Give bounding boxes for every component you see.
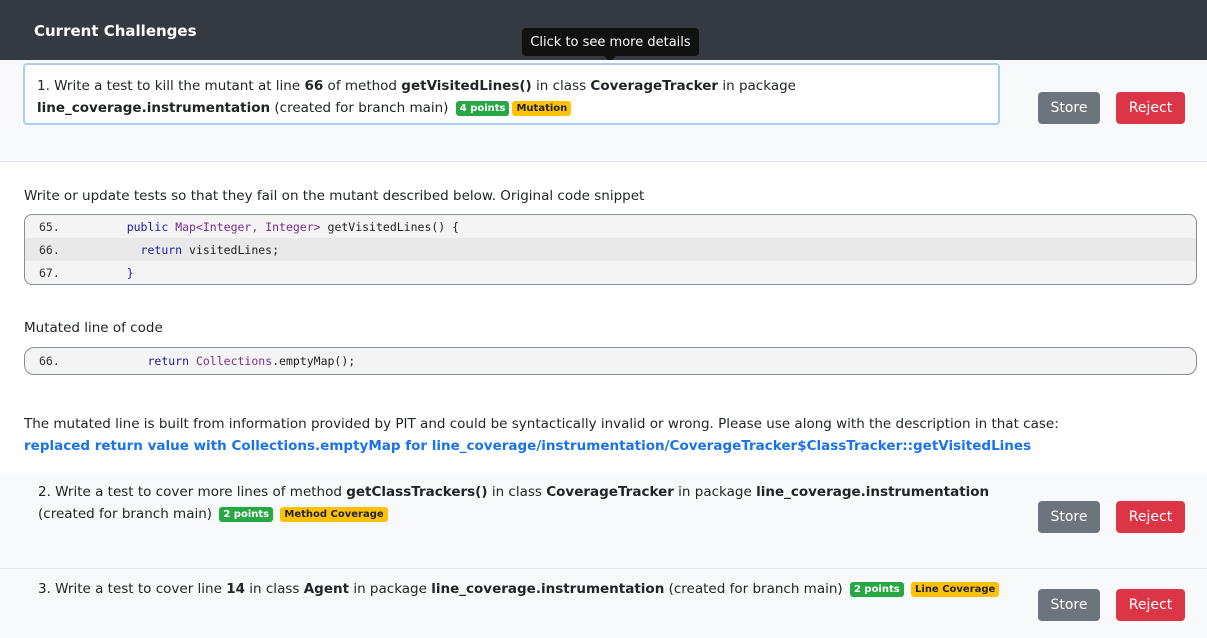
- store-button-1[interactable]: Store: [1038, 92, 1100, 124]
- points-badge: 2 points: [849, 582, 904, 597]
- original-code-snippet: 65. public Map<Integer, Integer> getVisi…: [24, 214, 1197, 285]
- code-line-highlighted: 66. return visitedLines;: [25, 238, 1196, 261]
- store-button-3[interactable]: Store: [1038, 589, 1100, 621]
- details-tooltip: Click to see more details: [522, 28, 699, 56]
- challenge-1-text-line-2: line_coverage.instrumentation (created f…: [37, 97, 986, 119]
- challenge-1-text-line-1: 1. Write a test to kill the mutant at li…: [37, 78, 796, 94]
- mutation-description-link[interactable]: replaced return value with Collections.e…: [24, 435, 1194, 457]
- code-line: 67. }: [39, 265, 134, 280]
- mutated-code-snippet: 66. return Collections.emptyMap();: [24, 347, 1197, 375]
- code-line: 66. return Collections.emptyMap();: [39, 354, 356, 368]
- code-line: 65. public Map<Integer, Integer> getVisi…: [39, 219, 460, 234]
- challenge-2-text: 2. Write a test to cover more lines of m…: [38, 484, 990, 522]
- challenge-1-card[interactable]: 1. Write a test to kill the mutant at li…: [23, 63, 1000, 125]
- challenge-3-text: 3. Write a test to cover line 14 in clas…: [38, 578, 1000, 600]
- details-intro: Write or update tests so that they fail …: [24, 188, 645, 204]
- mutated-label: Mutated line of code: [24, 320, 163, 336]
- type-badge: Line Coverage: [911, 582, 1000, 597]
- page-title: Current Challenges: [34, 22, 197, 40]
- points-badge: 4 points: [455, 101, 510, 116]
- reject-button-2[interactable]: Reject: [1116, 501, 1185, 533]
- pit-note: The mutated line is built from informati…: [24, 413, 1194, 457]
- points-badge: 2 points: [219, 507, 274, 522]
- type-badge: Method Coverage: [280, 507, 388, 522]
- type-badge: Mutation: [512, 101, 572, 116]
- reject-button-3[interactable]: Reject: [1116, 589, 1185, 621]
- store-button-2[interactable]: Store: [1038, 501, 1100, 533]
- reject-button-1[interactable]: Reject: [1116, 92, 1185, 124]
- pit-note-text: The mutated line is built from informati…: [24, 416, 1059, 432]
